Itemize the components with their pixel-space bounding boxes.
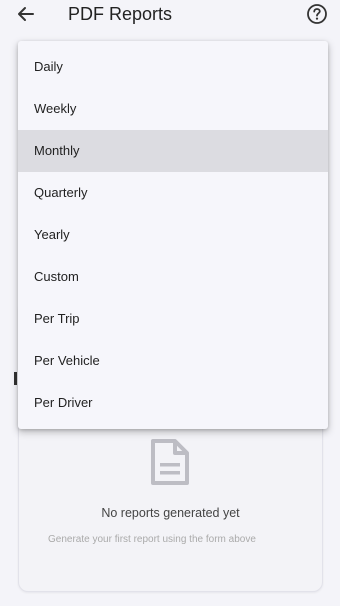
form-edge-mark xyxy=(14,372,17,385)
help-circle-icon[interactable] xyxy=(306,3,328,25)
report-period-dropdown-menu: Daily Weekly Monthly Quarterly Yearly Cu… xyxy=(18,41,328,429)
app-bar: PDF Reports xyxy=(0,0,340,30)
empty-state-title: No reports generated yet xyxy=(101,506,240,520)
page-title: PDF Reports xyxy=(68,4,173,24)
menu-item-custom[interactable]: Custom xyxy=(18,256,328,298)
menu-item-per-driver[interactable]: Per Driver xyxy=(18,382,328,424)
menu-item-per-trip[interactable]: Per Trip xyxy=(18,298,328,340)
document-icon xyxy=(149,438,191,486)
empty-state-subtitle: Generate your first report using the for… xyxy=(48,534,256,545)
menu-item-per-vehicle[interactable]: Per Vehicle xyxy=(18,340,328,382)
menu-item-daily[interactable]: Daily xyxy=(18,46,328,88)
menu-item-monthly[interactable]: Monthly xyxy=(18,130,328,172)
arrow-left-icon[interactable] xyxy=(15,3,37,25)
menu-item-quarterly[interactable]: Quarterly xyxy=(18,172,328,214)
menu-item-weekly[interactable]: Weekly xyxy=(18,88,328,130)
menu-item-yearly[interactable]: Yearly xyxy=(18,214,328,256)
